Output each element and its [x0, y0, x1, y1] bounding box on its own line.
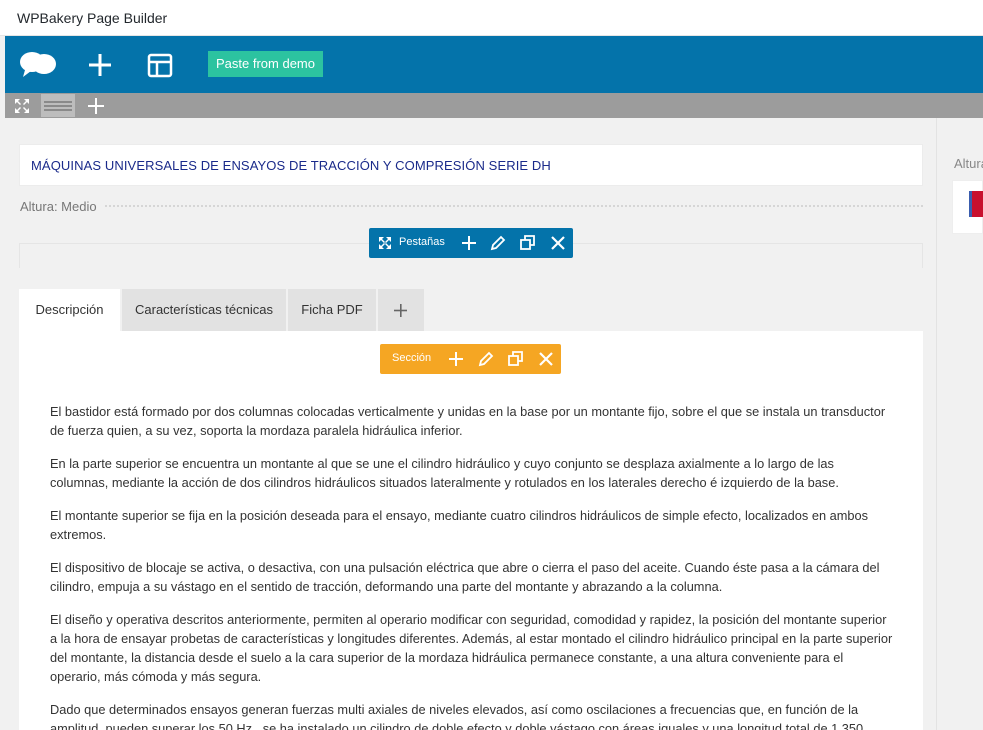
right-height-label: Altura	[954, 156, 983, 171]
clone-icon[interactable]	[506, 344, 526, 374]
builder-navbar: Paste from demo	[5, 36, 983, 93]
paste-from-demo-button[interactable]: Paste from demo	[208, 51, 323, 77]
titlebar: WPBakery Page Builder	[0, 0, 983, 36]
add-tab-button[interactable]	[378, 289, 424, 331]
drag-handle-icon[interactable]	[41, 94, 75, 117]
expand-icon[interactable]	[14, 98, 30, 114]
tab-descripcion[interactable]: Descripción	[19, 289, 120, 331]
heading-text: MÁQUINAS UNIVERSALES DE ENSAYOS DE TRACC…	[31, 158, 551, 173]
builder-main-column: MÁQUINAS UNIVERSALES DE ENSAYOS DE TRACC…	[5, 118, 937, 730]
layout-template-icon[interactable]	[145, 50, 175, 80]
tab-ficha-pdf[interactable]: Ficha PDF	[288, 289, 376, 331]
tab-caracteristicas-tecnicas[interactable]: Características técnicas	[122, 289, 286, 331]
add-element-icon[interactable]	[85, 50, 115, 80]
add-icon[interactable]	[459, 228, 479, 258]
edit-icon[interactable]	[476, 344, 496, 374]
logo-icon[interactable]	[19, 50, 57, 78]
paragraph: El bastidor está formado por dos columna…	[50, 404, 886, 438]
paragraph: Dado que determinados ensayos generan fu…	[50, 702, 864, 730]
edit-icon[interactable]	[488, 228, 508, 258]
paragraph: En la parte superior se encuentra un mon…	[50, 456, 839, 490]
tab-content-panel: Sección El bastidor está formado por dos…	[19, 331, 923, 730]
paragraph: El montante superior se fija en la posic…	[50, 508, 869, 542]
row-toolbar	[5, 93, 983, 118]
clone-icon[interactable]	[518, 228, 538, 258]
close-icon[interactable]	[536, 344, 556, 374]
text-block[interactable]: El bastidor está formado por dos columna…	[50, 402, 895, 730]
heading-element[interactable]: MÁQUINAS UNIVERSALES DE ENSAYOS DE TRACC…	[19, 144, 923, 186]
builder-right-column: Altura	[938, 118, 983, 258]
section-control-label: Sección	[392, 352, 432, 364]
tabs-control-bar: Pestañas	[369, 228, 573, 258]
tabs-control-label: Pestañas	[399, 236, 445, 248]
close-icon[interactable]	[548, 228, 568, 258]
image-element[interactable]	[952, 180, 983, 234]
image-thumbnail	[969, 191, 983, 217]
add-row-icon[interactable]	[87, 97, 105, 115]
add-icon[interactable]	[446, 344, 466, 374]
paragraph: El diseño y operativa descritos anterior…	[50, 612, 893, 684]
height-label: Altura: Medio	[20, 199, 101, 214]
section-control-bar: Sección	[380, 344, 561, 374]
expand-icon[interactable]	[375, 228, 395, 258]
paragraph: El dispositivo de blocaje se activa, o d…	[50, 560, 880, 594]
separator-height: Altura: Medio	[19, 199, 923, 214]
app-title: WPBakery Page Builder	[17, 10, 168, 26]
dotted-separator	[105, 205, 923, 207]
